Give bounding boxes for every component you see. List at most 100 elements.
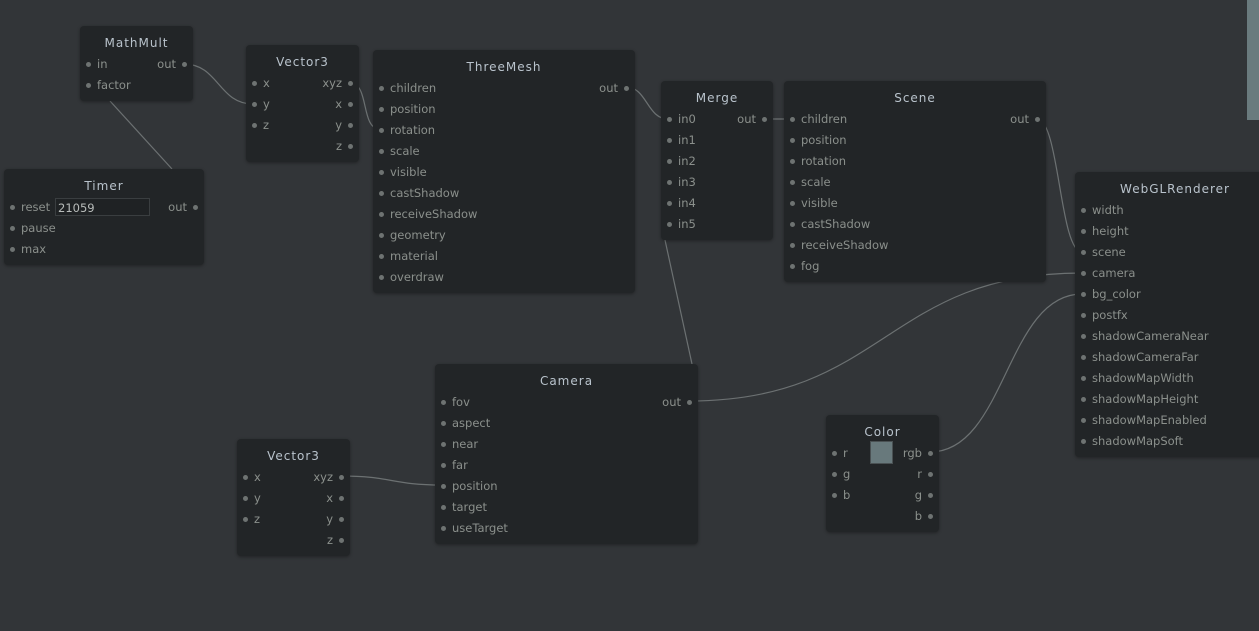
input-port-factor[interactable]: factor (86, 75, 131, 96)
output-port-z[interactable]: z (327, 530, 344, 551)
port-dot-icon[interactable] (790, 138, 795, 143)
input-port-material[interactable]: material (379, 246, 438, 267)
input-port-y[interactable]: y (243, 488, 261, 509)
output-port-xyz[interactable]: xyz (322, 73, 353, 94)
port-dot-icon[interactable] (348, 102, 353, 107)
node-camera[interactable]: Camera fov out aspect near far position target u… (435, 364, 698, 544)
color-swatch[interactable] (870, 441, 893, 464)
input-port-shadowMapWidth[interactable]: shadowMapWidth (1081, 368, 1194, 389)
port-dot-icon[interactable] (790, 180, 795, 185)
node-title[interactable]: Merge (661, 87, 773, 109)
input-port-y[interactable]: y (252, 94, 270, 115)
port-dot-icon[interactable] (10, 247, 15, 252)
port-dot-icon[interactable] (1081, 418, 1086, 423)
port-dot-icon[interactable] (339, 496, 344, 501)
input-port-rotation[interactable]: rotation (790, 151, 846, 172)
port-dot-icon[interactable] (790, 201, 795, 206)
input-port-scene[interactable]: scene (1081, 242, 1126, 263)
port-dot-icon[interactable] (687, 400, 692, 405)
node-timer[interactable]: Timer reset out 21059 pause max (4, 169, 204, 265)
port-dot-icon[interactable] (667, 222, 672, 227)
input-port-shadowMapEnabled[interactable]: shadowMapEnabled (1081, 410, 1207, 431)
node-title[interactable]: MathMult (80, 32, 193, 54)
port-dot-icon[interactable] (252, 81, 257, 86)
port-dot-icon[interactable] (441, 505, 446, 510)
node-graph-canvas[interactable]: MathMult in out factor Vector3 x xyz y x z y z Three… (0, 0, 1259, 631)
input-port-pause[interactable]: pause (10, 218, 56, 239)
port-dot-icon[interactable] (339, 517, 344, 522)
node-title[interactable]: WebGLRenderer (1075, 178, 1259, 200)
port-dot-icon[interactable] (379, 170, 384, 175)
input-port-in[interactable]: in (86, 54, 107, 75)
port-dot-icon[interactable] (928, 514, 933, 519)
output-port-z[interactable]: z (336, 136, 353, 157)
input-port-shadowCameraFar[interactable]: shadowCameraFar (1081, 347, 1199, 368)
input-port-target[interactable]: target (441, 497, 487, 518)
node-webglrenderer[interactable]: WebGLRenderer width height scene camera bg_co… (1075, 172, 1259, 457)
input-port-receiveShadow[interactable]: receiveShadow (790, 235, 888, 256)
output-port-y[interactable]: y (326, 509, 344, 530)
port-dot-icon[interactable] (832, 493, 837, 498)
port-dot-icon[interactable] (667, 201, 672, 206)
port-dot-icon[interactable] (339, 538, 344, 543)
port-dot-icon[interactable] (243, 496, 248, 501)
scrollbar[interactable] (1247, 0, 1259, 120)
node-title[interactable]: Timer (4, 175, 204, 197)
node-scene[interactable]: Scene children out position rotation scale vis… (784, 81, 1046, 282)
output-port-b[interactable]: b (915, 506, 933, 527)
input-port-in4[interactable]: in4 (667, 193, 696, 214)
port-dot-icon[interactable] (928, 472, 933, 477)
input-port-rotation[interactable]: rotation (379, 120, 435, 141)
input-port-useTarget[interactable]: useTarget (441, 518, 508, 539)
port-dot-icon[interactable] (1081, 313, 1086, 318)
port-dot-icon[interactable] (379, 254, 384, 259)
port-dot-icon[interactable] (243, 517, 248, 522)
node-title[interactable]: Vector3 (246, 51, 359, 73)
port-dot-icon[interactable] (252, 123, 257, 128)
port-dot-icon[interactable] (832, 472, 837, 477)
input-port-scale[interactable]: scale (790, 172, 831, 193)
port-dot-icon[interactable] (1081, 250, 1086, 255)
port-dot-icon[interactable] (441, 484, 446, 489)
port-dot-icon[interactable] (667, 117, 672, 122)
input-port-x[interactable]: x (243, 467, 261, 488)
port-dot-icon[interactable] (348, 81, 353, 86)
port-dot-icon[interactable] (667, 138, 672, 143)
port-dot-icon[interactable] (928, 451, 933, 456)
port-dot-icon[interactable] (928, 493, 933, 498)
output-port-r[interactable]: r (917, 464, 933, 485)
input-port-camera[interactable]: camera (1081, 263, 1135, 284)
reset-value-input[interactable]: 21059 (55, 198, 150, 216)
input-port-x[interactable]: x (252, 73, 270, 94)
port-dot-icon[interactable] (790, 243, 795, 248)
port-dot-icon[interactable] (667, 180, 672, 185)
input-port-height[interactable]: height (1081, 221, 1129, 242)
input-port-z[interactable]: z (243, 509, 260, 530)
port-dot-icon[interactable] (348, 144, 353, 149)
port-dot-icon[interactable] (790, 159, 795, 164)
port-dot-icon[interactable] (339, 475, 344, 480)
connection-wire[interactable] (340, 475, 443, 486)
port-dot-icon[interactable] (348, 123, 353, 128)
node-title[interactable]: Camera (435, 370, 698, 392)
input-port-castShadow[interactable]: castShadow (379, 183, 459, 204)
node-title[interactable]: Vector3 (237, 445, 350, 467)
output-port-x[interactable]: x (335, 94, 353, 115)
port-dot-icon[interactable] (762, 117, 767, 122)
output-port-out[interactable]: out (662, 392, 692, 413)
input-port-visible[interactable]: visible (790, 193, 838, 214)
port-dot-icon[interactable] (379, 275, 384, 280)
input-port-visible[interactable]: visible (379, 162, 427, 183)
output-port-y[interactable]: y (335, 115, 353, 136)
input-port-receiveShadow[interactable]: receiveShadow (379, 204, 477, 225)
node-vector3[interactable]: Vector3 x xyz y x z y z (246, 45, 359, 162)
input-port-b[interactable]: b (832, 485, 850, 506)
port-dot-icon[interactable] (1081, 376, 1086, 381)
output-port-out[interactable]: out (737, 109, 767, 130)
port-dot-icon[interactable] (379, 86, 384, 91)
port-dot-icon[interactable] (379, 191, 384, 196)
node-title[interactable]: ThreeMesh (373, 56, 635, 78)
output-port-x[interactable]: x (326, 488, 344, 509)
connection-wire[interactable] (183, 63, 254, 105)
output-port-g[interactable]: g (915, 485, 933, 506)
